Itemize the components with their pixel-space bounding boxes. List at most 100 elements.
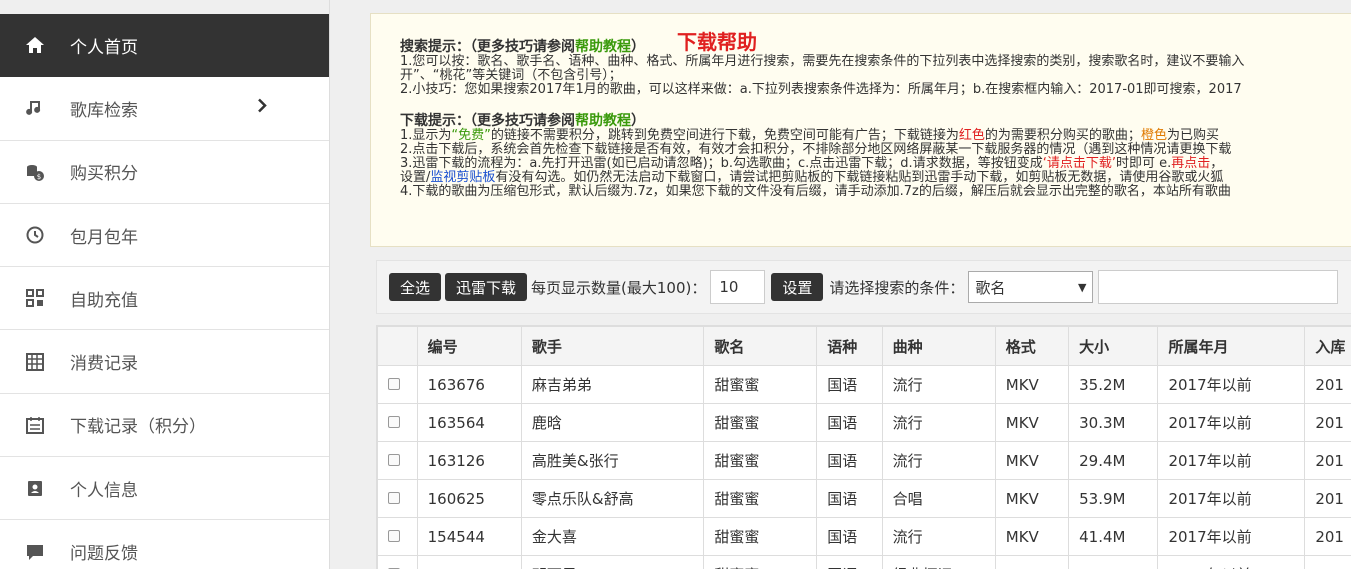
table-cell: 鹿晗 (520, 403, 705, 442)
row-checkbox[interactable] (388, 491, 400, 504)
table-cell: 154544 (416, 517, 522, 556)
monitor-clipboard-link[interactable]: 监视剪贴板 (430, 170, 495, 185)
table-cell: 甜蜜蜜 (703, 441, 818, 480)
row-checkbox-cell (377, 479, 418, 518)
row-checkbox[interactable] (388, 415, 400, 428)
sidebar-item-label: 问题反馈 (70, 544, 138, 565)
sidebar-top-gap (0, 0, 329, 14)
table-cell: 邓丽君 (520, 555, 705, 569)
thunder-download-button[interactable]: 迅雷下载 (445, 273, 528, 301)
table-cell: 53.9M (1068, 479, 1159, 518)
sidebar-item-6[interactable]: 下载记录（积分） (0, 394, 329, 458)
table-cell: 201 (1304, 517, 1351, 556)
table-cell: 160625 (416, 479, 522, 518)
download-help-tutorial-link[interactable]: 帮助教程 (575, 113, 631, 129)
chevron-right-icon (257, 98, 267, 119)
download-tip-line3: 3.迅雷下载的流程为：a.先打开迅雷(如已启动请忽略)；b.勾选歌曲；c.点击迅… (400, 156, 1224, 171)
music-note-icon (0, 98, 70, 118)
home-icon (0, 35, 70, 55)
table-cell: 国语 (816, 365, 883, 404)
download-tips-heading: 下载提示：（更多技巧请参阅帮助教程） (400, 113, 645, 129)
condition-select-value: 歌名 (975, 278, 1006, 297)
per-page-label: 每页显示数量(最大100)： (531, 278, 707, 297)
sidebar-item-2[interactable]: $ 购买积分 (0, 141, 329, 204)
table-cell: 国语 (816, 403, 883, 442)
table-cell: 甜蜜蜜 (703, 403, 818, 442)
coins-icon: $ (0, 162, 70, 182)
search-tip-line1: 1.您可以按：歌名、歌手名、语种、曲种、格式、所属年月进行搜索，需要先在搜索条件… (400, 54, 1245, 69)
sidebar-item-label: 下载记录（积分） (70, 417, 206, 438)
sidebar-item-1[interactable]: 歌库检索 (0, 77, 329, 141)
table-cell: 流行 (881, 403, 996, 442)
table-cell: 201 (1304, 365, 1351, 404)
per-page-input[interactable]: 10 (710, 270, 766, 304)
header-checkbox-cell (377, 326, 418, 366)
search-help-tutorial-link[interactable]: 帮助教程 (575, 39, 631, 55)
table-cell: 163676 (416, 365, 522, 404)
column-header[interactable]: 所属年月 (1157, 326, 1306, 366)
sidebar-item-5[interactable]: 消费记录 (0, 330, 329, 394)
table-cell: 2017年以前 (1157, 517, 1306, 556)
download-tip-line3b: 设置/监视剪贴板有没有勾选。如仍然无法启动下载窗口，请尝试把剪贴板的下载链接粘贴… (400, 170, 1224, 185)
table-cell: 201 (1304, 403, 1351, 442)
select-all-button[interactable]: 全选 (389, 273, 442, 301)
column-header[interactable]: 歌手 (520, 326, 705, 366)
download-tip-line2: 2.点击下载后，系统会首先检查下载链接是否有效，有效才会扣积分，不排除部分地区网… (400, 142, 1232, 157)
table-cell: MKV (994, 517, 1070, 556)
history-clock-icon (0, 225, 70, 245)
table-cell: 流行 (881, 441, 996, 480)
sidebar-item-label: 个人首页 (70, 37, 138, 58)
table-cell: MKV (994, 403, 1070, 442)
table-row: 160625 零点乐队&舒高 甜蜜蜜 国语 合唱 MKV 53.9M 2017年以前 201 (377, 479, 1351, 518)
search-input[interactable] (1098, 270, 1339, 304)
table-cell: 金大喜 (520, 517, 705, 556)
column-header[interactable]: 语种 (816, 326, 883, 366)
search-tips-heading: 搜索提示：（更多技巧请参阅帮助教程） (400, 39, 645, 55)
table-row: 151722邓丽君甜蜜蜜国语经典怀旧MKV50.3M2017年以前201 (377, 555, 1351, 569)
sidebar-item-4[interactable]: 自助充值 (0, 267, 329, 331)
row-checkbox-cell (377, 441, 418, 480)
download-tip-line4: 4.下载的歌曲为压缩包形式，默认后缀为.7z，如果您下载的文件没有后缀，请手动添… (400, 184, 1231, 199)
grid-list-icon (0, 352, 70, 372)
row-checkbox[interactable] (388, 377, 400, 390)
calendar-list-icon (0, 415, 70, 435)
sidebar-item-0[interactable]: 个人首页 (0, 14, 329, 78)
table-cell: 50.3M (1068, 555, 1159, 569)
table-cell: 201 (1304, 555, 1351, 569)
sidebar: 个人首页歌库检索 $ 购买积分 包月包年 自助充值消费记录下载记录（积分） 个人信息问题反… (0, 0, 330, 569)
table-cell: 麻吉弟弟 (520, 365, 705, 404)
row-checkbox[interactable] (388, 453, 400, 466)
sidebar-item-3[interactable]: 包月包年 (0, 204, 329, 268)
table-row: 154544 金大喜 甜蜜蜜 国语 流行 MKV 41.4M 2017年以前 201 (377, 517, 1351, 556)
column-header[interactable]: 入库 (1304, 326, 1351, 366)
sidebar-item-7[interactable]: 个人信息 (0, 457, 329, 521)
column-header[interactable]: 大小 (1068, 326, 1159, 366)
tips-panel: 下载帮助 搜索提示：（更多技巧请参阅帮助教程） 1.您可以按：歌名、歌手名、语种… (370, 13, 1351, 247)
table-cell: 流行 (881, 365, 996, 404)
table-cell: 2017年以前 (1157, 365, 1306, 404)
table-cell: 29.4M (1068, 441, 1159, 480)
table-cell: 41.4M (1068, 517, 1159, 556)
column-header[interactable]: 编号 (416, 326, 522, 366)
search-tip-line2: 2.小技巧：您如果搜索2017年1月的歌曲，可以这样来做：a.下拉列表搜索条件选… (400, 82, 1242, 97)
column-header[interactable]: 格式 (994, 326, 1070, 366)
sidebar-item-label: 消费记录 (70, 354, 138, 375)
row-checkbox-cell (377, 403, 418, 442)
column-header[interactable]: 歌名 (703, 326, 818, 366)
condition-select[interactable]: 歌名 ▼ (968, 271, 1094, 303)
song-table: 编号 歌手 歌名 语种 曲种 格式 大小 所属年月 入库 163676 麻吉弟弟 甜蜜蜜 国语 流行 MK… (376, 325, 1351, 569)
table-cell: 甜蜜蜜 (703, 517, 818, 556)
sidebar-item-8[interactable]: 问题反馈 (0, 520, 329, 569)
sidebar-menu: 个人首页歌库检索 $ 购买积分 包月包年 自助充值消费记录下载记录（积分） 个人信息问题反… (0, 14, 329, 569)
table-header-row: 编号 歌手 歌名 语种 曲种 格式 大小 所属年月 入库 (377, 326, 1351, 366)
toolbar: 全选 迅雷下载 每页显示数量(最大100)： 10 设置 请选择搜索的条件： 歌… (376, 260, 1351, 314)
column-header[interactable]: 曲种 (881, 326, 996, 366)
table-cell: 201 (1304, 479, 1351, 518)
row-checkbox[interactable] (388, 529, 400, 542)
table-cell: 经典怀旧 (881, 555, 996, 569)
set-button[interactable]: 设置 (771, 273, 824, 301)
table-cell: 国语 (816, 555, 883, 569)
table-cell: 甜蜜蜜 (703, 365, 818, 404)
table-row: 163126 高胜美&张行 甜蜜蜜 国语 流行 MKV 29.4M 2017年以前 201 (377, 441, 1351, 480)
table-cell: MKV (994, 479, 1070, 518)
